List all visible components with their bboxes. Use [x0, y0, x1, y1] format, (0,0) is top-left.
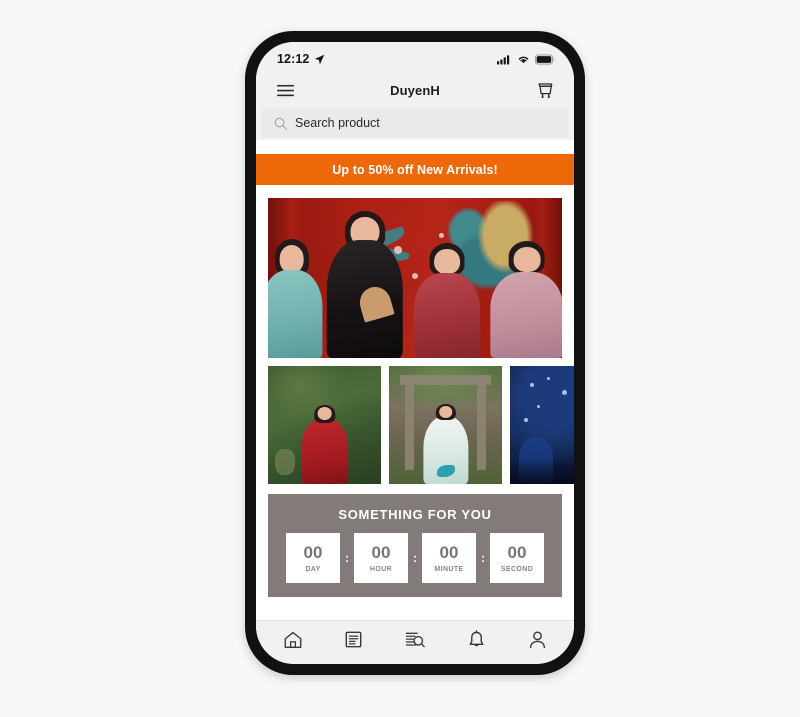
- countdown-separator: :: [481, 551, 485, 565]
- countdown-value: 00: [439, 542, 459, 562]
- nav-item-order-lookup[interactable]: [394, 625, 436, 655]
- countdown-value: 00: [303, 542, 323, 562]
- countdown-row: 00 DAY : 00 HOUR : 00 MINUTE: 00 SECOND: [278, 533, 552, 583]
- countdown-container: SOMETHING FOR YOU 00 DAY : 00 HOUR: 00 …: [256, 484, 574, 597]
- cellular-signal-icon: [497, 54, 510, 64]
- screenshot-canvas: 12:12 DuyenH Search product Up to 50% of…: [0, 0, 800, 717]
- countdown-panel: SOMETHING FOR YOU 00 DAY : 00 HOUR: 00 …: [268, 494, 562, 597]
- countdown-label: MINUTE: [434, 565, 464, 573]
- status-bar-right: [497, 54, 555, 65]
- hero-model-pink: [490, 240, 562, 358]
- hero-model-crimson: [414, 242, 481, 358]
- location-arrow-icon: [315, 54, 325, 64]
- battery-full-icon: [535, 54, 555, 64]
- hero-blossom: [438, 233, 444, 239]
- home-icon: [284, 631, 302, 648]
- thumbnail-item[interactable]: [389, 366, 502, 484]
- nav-item-notifications[interactable]: [455, 625, 497, 655]
- countdown-label: SECOND: [500, 565, 534, 573]
- countdown-value: 00: [371, 542, 391, 562]
- search-input[interactable]: Search product: [262, 108, 568, 138]
- shopping-cart-icon[interactable]: [532, 77, 558, 103]
- order-search-icon: [405, 632, 425, 648]
- hero-container: [256, 185, 574, 358]
- thumbnail-carousel-container: [256, 358, 574, 484]
- status-bar: 12:12: [256, 42, 574, 72]
- promo-banner[interactable]: Up to 50% off New Arrivals!: [256, 154, 574, 185]
- thumbnail-carousel[interactable]: [268, 366, 574, 484]
- content-top-gap: [256, 140, 574, 154]
- status-bar-clock: 12:12: [277, 52, 310, 66]
- countdown-unit-minute: 00 MINUTE: [422, 533, 476, 583]
- hero-banner-image[interactable]: [268, 198, 562, 358]
- thumbnail-item[interactable]: [510, 366, 574, 484]
- nav-item-home[interactable]: [272, 625, 314, 655]
- phone-frame: 12:12 DuyenH Search product Up to 50% of…: [245, 31, 585, 675]
- page-title: DuyenH: [390, 82, 440, 98]
- hero-model-black: [326, 210, 404, 358]
- bottom-navigation-bar: [256, 620, 574, 664]
- document-list-icon: [345, 631, 362, 648]
- nav-item-catalog[interactable]: [333, 625, 375, 655]
- search-bar-container: Search product: [256, 108, 574, 140]
- phone-screen: 12:12 DuyenH Search product Up to 50% of…: [256, 42, 574, 664]
- countdown-label: DAY: [305, 565, 321, 573]
- bell-icon: [469, 629, 484, 646]
- app-bar: DuyenH: [256, 72, 574, 108]
- countdown-title: SOMETHING FOR YOU: [338, 507, 492, 522]
- promo-banner-text: Up to 50% off New Arrivals!: [332, 162, 498, 177]
- content-scroll-area[interactable]: Up to 50% off New Arrivals! SOMETHING FO…: [256, 140, 574, 620]
- status-bar-left: 12:12: [277, 52, 325, 66]
- hamburger-menu-icon[interactable]: [272, 77, 298, 103]
- search-placeholder: Search product: [295, 116, 380, 130]
- nav-item-account[interactable]: [516, 625, 558, 655]
- countdown-unit-day: 00 DAY: [286, 533, 340, 583]
- countdown-separator: :: [345, 551, 349, 565]
- countdown-separator: :: [413, 551, 417, 565]
- person-icon: [529, 630, 545, 648]
- countdown-value: 00: [507, 542, 527, 562]
- countdown-unit-second: 00 SECOND: [490, 533, 544, 583]
- hero-model-teal: [268, 236, 323, 358]
- thumbnail-item[interactable]: [268, 366, 381, 484]
- countdown-label: HOUR: [369, 565, 393, 573]
- search-icon: [274, 117, 287, 130]
- countdown-unit-hour: 00 HOUR: [354, 533, 408, 583]
- wifi-icon: [518, 56, 529, 63]
